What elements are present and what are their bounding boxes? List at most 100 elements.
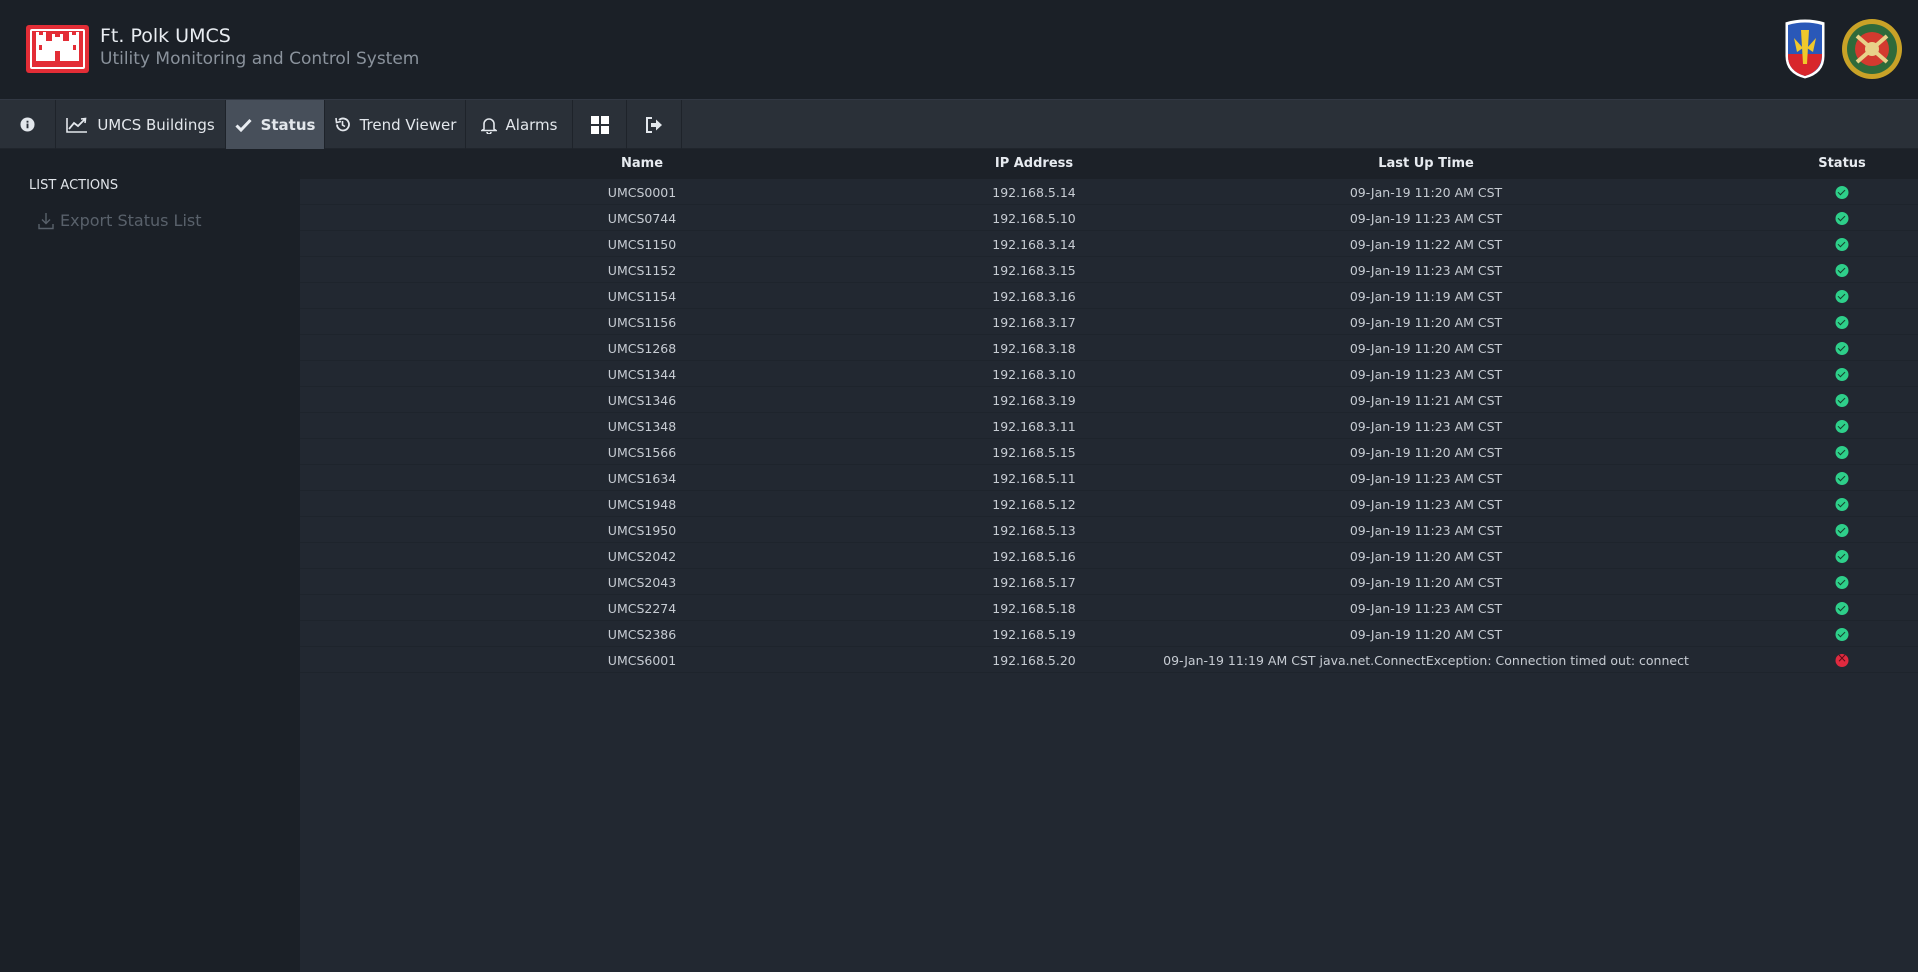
cell-last-up-time: 09-Jan-19 11:20 AM CST: [1349, 315, 1503, 330]
table-row[interactable]: UMCS0744 192.168.5.10 09-Jan-19 11:23 AM C…: [300, 205, 1918, 231]
column-header-last-up-time[interactable]: Last Up Time: [1378, 156, 1474, 171]
status-ok-icon: [1835, 368, 1849, 381]
table-row[interactable]: UMCS1346 192.168.3.19 09-Jan-19 11:21 AM C…: [300, 387, 1918, 413]
table-row[interactable]: UMCS1156 192.168.3.17 09-Jan-19 11:20 AM C…: [300, 309, 1918, 335]
fort-polk-seal-icon: [1842, 19, 1902, 79]
cell-name: UMCS1150: [607, 237, 677, 252]
list-actions-heading: LIST ACTIONS: [29, 178, 119, 193]
status-ok-icon: [1835, 264, 1849, 277]
cell-name: UMCS1346: [607, 393, 677, 408]
table-row[interactable]: UMCS0001 192.168.5.14 09-Jan-19 11:20 AM C…: [300, 179, 1918, 205]
table-row[interactable]: UMCS2386 192.168.5.19 09-Jan-19 11:20 AM C…: [300, 621, 1918, 647]
cell-ip-address: 192.168.5.15: [992, 445, 1076, 460]
nav-umcs-buildings[interactable]: UMCS Buildings: [56, 100, 226, 149]
status-ok-icon: [1835, 576, 1849, 589]
nav-trend-viewer[interactable]: Trend Viewer: [325, 100, 466, 149]
table-row[interactable]: UMCS1150 192.168.3.14 09-Jan-19 11:22 AM C…: [300, 231, 1918, 257]
status-ok-icon: [1835, 238, 1849, 251]
cell-last-up-time: 09-Jan-19 11:23 AM CST: [1349, 367, 1503, 382]
export-status-list-label: Export Status List: [60, 211, 202, 230]
grid-icon: [590, 115, 609, 134]
table-row[interactable]: UMCS1634 192.168.5.11 09-Jan-19 11:23 AM C…: [300, 465, 1918, 491]
cell-name: UMCS1948: [607, 497, 677, 512]
cell-ip-address: 192.168.5.11: [992, 471, 1076, 486]
jrtc-patch-icon: [1784, 18, 1826, 80]
cell-name: UMCS1566: [607, 445, 677, 460]
cell-name: UMCS1152: [607, 263, 677, 278]
cell-last-up-time: 09-Jan-19 11:20 AM CST: [1349, 549, 1503, 564]
status-ok-icon: [1835, 524, 1849, 537]
status-ok-icon: [1835, 446, 1849, 459]
cell-name: UMCS1156: [607, 315, 677, 330]
cell-last-up-time: 09-Jan-19 11:20 AM CST: [1349, 445, 1503, 460]
cell-last-up-time: 09-Jan-19 11:23 AM CST: [1349, 523, 1503, 538]
history-icon: [334, 117, 350, 132]
cell-ip-address: 192.168.3.10: [992, 367, 1076, 382]
cell-ip-address: 192.168.3.17: [992, 315, 1076, 330]
status-ok-icon: [1835, 472, 1849, 485]
column-header-status[interactable]: Status: [1818, 156, 1866, 171]
cell-ip-address: 192.168.3.16: [992, 289, 1076, 304]
nav-alarms-label: Alarms: [505, 115, 558, 134]
sidebar: LIST ACTIONS Export Status List: [0, 149, 300, 972]
cell-last-up-time: 09-Jan-19 11:21 AM CST: [1349, 393, 1503, 408]
nav-status[interactable]: Status: [226, 100, 325, 149]
cell-last-up-time: 09-Jan-19 11:19 AM CST java.net.ConnectE…: [1163, 653, 1689, 668]
table-row[interactable]: UMCS2274 192.168.5.18 09-Jan-19 11:23 AM C…: [300, 595, 1918, 621]
cell-name: UMCS2274: [607, 601, 677, 616]
cell-ip-address: 192.168.3.19: [992, 393, 1076, 408]
cell-ip-address: 192.168.5.12: [992, 497, 1076, 512]
table-row[interactable]: UMCS1268 192.168.3.18 09-Jan-19 11:20 AM C…: [300, 335, 1918, 361]
cell-ip-address: 192.168.3.18: [992, 341, 1076, 356]
cell-name: UMCS2386: [607, 627, 677, 642]
status-ok-icon: [1835, 316, 1849, 329]
bell-icon: [480, 117, 497, 134]
table-row[interactable]: UMCS2043 192.168.5.17 09-Jan-19 11:20 AM C…: [300, 569, 1918, 595]
cell-last-up-time: 09-Jan-19 11:23 AM CST: [1349, 471, 1503, 486]
cell-name: UMCS0744: [607, 211, 677, 226]
cell-last-up-time: 09-Jan-19 11:20 AM CST: [1349, 575, 1503, 590]
cell-last-up-time: 09-Jan-19 11:22 AM CST: [1349, 237, 1503, 252]
app-subtitle: Utility Monitoring and Control System: [100, 49, 420, 69]
app-title: Ft. Polk UMCS: [100, 25, 231, 47]
column-header-ip-address[interactable]: IP Address: [995, 156, 1073, 171]
status-ok-icon: [1835, 186, 1849, 199]
export-status-list-link[interactable]: Export Status List: [38, 211, 202, 230]
status-ok-icon: [1835, 420, 1849, 433]
nav-info[interactable]: [0, 100, 56, 149]
nav-logout[interactable]: [627, 100, 682, 149]
nav-umcs-buildings-label: UMCS Buildings: [97, 115, 215, 134]
status-ok-icon: [1835, 342, 1849, 355]
status-ok-icon: [1835, 212, 1849, 225]
logout-icon: [646, 116, 662, 133]
table-row[interactable]: UMCS2042 192.168.5.16 09-Jan-19 11:20 AM C…: [300, 543, 1918, 569]
table-row[interactable]: UMCS1950 192.168.5.13 09-Jan-19 11:23 AM C…: [300, 517, 1918, 543]
table-row[interactable]: UMCS6001 192.168.5.20 09-Jan-19 11:19 AM C…: [300, 647, 1918, 673]
cell-last-up-time: 09-Jan-19 11:23 AM CST: [1349, 497, 1503, 512]
status-ok-icon: [1835, 498, 1849, 511]
cell-ip-address: 192.168.3.14: [992, 237, 1076, 252]
table-row[interactable]: UMCS1152 192.168.3.15 09-Jan-19 11:23 AM C…: [300, 257, 1918, 283]
cell-last-up-time: 09-Jan-19 11:20 AM CST: [1349, 627, 1503, 642]
status-ok-icon: [1835, 394, 1849, 407]
cell-name: UMCS1344: [607, 367, 677, 382]
table-row[interactable]: UMCS1348 192.168.3.11 09-Jan-19 11:23 AM C…: [300, 413, 1918, 439]
table-row[interactable]: UMCS1566 192.168.5.15 09-Jan-19 11:20 AM C…: [300, 439, 1918, 465]
column-header-name[interactable]: Name: [621, 156, 663, 171]
status-ok-icon: [1835, 628, 1849, 641]
table-body: UMCS0001 192.168.5.14 09-Jan-19 11:20 AM C…: [300, 179, 1918, 673]
status-ok-icon: [1835, 602, 1849, 615]
nav-dashboard-grid[interactable]: [573, 100, 627, 149]
nav-alarms[interactable]: Alarms: [466, 100, 573, 149]
table-header: Name IP Address Last Up Time Status: [300, 149, 1918, 179]
cell-last-up-time: 09-Jan-19 11:23 AM CST: [1349, 601, 1503, 616]
table-row[interactable]: UMCS1154 192.168.3.16 09-Jan-19 11:19 AM C…: [300, 283, 1918, 309]
cell-last-up-time: 09-Jan-19 11:20 AM CST: [1349, 185, 1503, 200]
table-row[interactable]: UMCS1344 192.168.3.10 09-Jan-19 11:23 AM C…: [300, 361, 1918, 387]
cell-ip-address: 192.168.5.20: [992, 653, 1076, 668]
cell-ip-address: 192.168.5.14: [992, 185, 1076, 200]
cell-ip-address: 192.168.5.10: [992, 211, 1076, 226]
line-chart-icon: [66, 117, 88, 133]
table-row[interactable]: UMCS1948 192.168.5.12 09-Jan-19 11:23 AM C…: [300, 491, 1918, 517]
cell-name: UMCS6001: [607, 653, 677, 668]
